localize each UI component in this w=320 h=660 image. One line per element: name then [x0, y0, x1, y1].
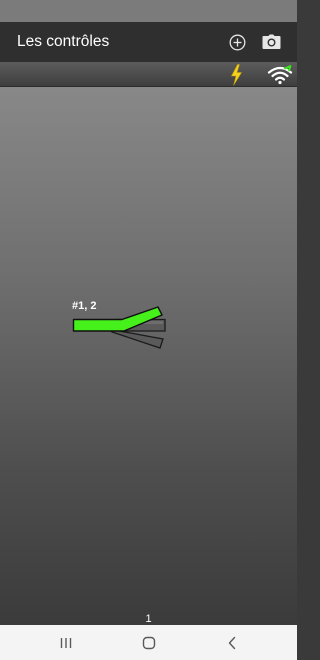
wifi-button[interactable] — [266, 63, 294, 86]
power-button[interactable] — [227, 63, 245, 86]
system-nav-bar — [0, 625, 297, 660]
status-bar — [0, 0, 297, 22]
page-title: Les contrôles — [17, 33, 110, 50]
app-header: Les contrôles — [0, 22, 297, 62]
recent-apps-button[interactable] — [52, 632, 80, 654]
wifi-icon — [267, 64, 293, 84]
add-button[interactable] — [226, 31, 248, 53]
home-button[interactable] — [135, 632, 163, 654]
lightning-bolt-icon — [230, 63, 242, 86]
back-button[interactable] — [218, 632, 246, 654]
layout-canvas[interactable]: #1, 2 1 — [0, 87, 297, 625]
turnout-switch[interactable] — [72, 301, 168, 349]
status-toolbar — [0, 62, 297, 87]
recent-apps-icon — [60, 638, 72, 648]
plus-circle-icon — [229, 34, 245, 50]
camera-icon — [262, 34, 280, 49]
page-indicator[interactable]: 1 — [0, 613, 297, 625]
camera-button[interactable] — [260, 31, 282, 53]
back-icon — [228, 636, 236, 650]
home-icon — [142, 636, 156, 650]
